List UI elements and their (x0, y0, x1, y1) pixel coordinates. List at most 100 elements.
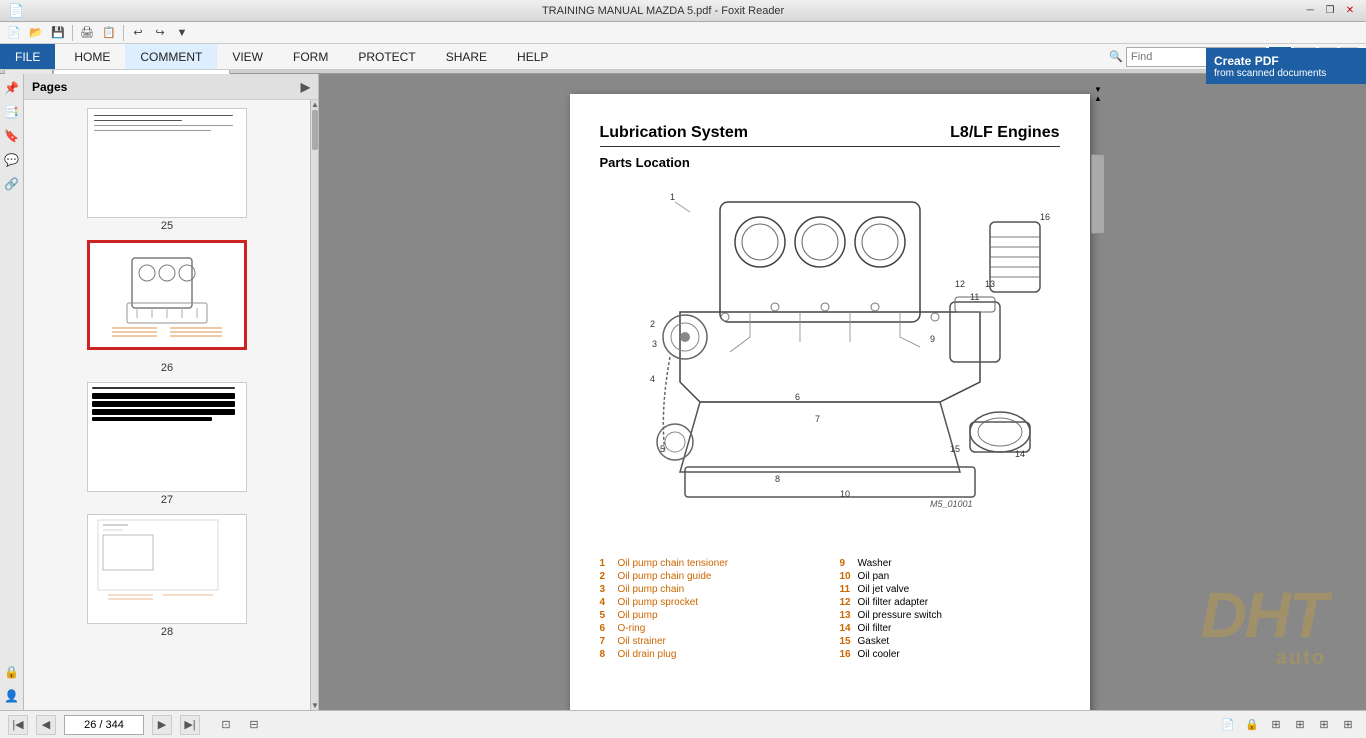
pages-panel: Pages ▶ 25 (24, 74, 319, 710)
part-item-5: 5 Oil pump (600, 610, 820, 621)
page-thumb-26-active[interactable] (82, 240, 252, 352)
page-thumb-25[interactable]: 25 (82, 108, 252, 232)
pdf-heading-left: Lubrication System (600, 124, 748, 142)
svg-text:5: 5 (660, 444, 665, 454)
svg-text:8: 8 (775, 474, 780, 484)
scroll-down-arrow[interactable]: ▼ (311, 701, 318, 710)
status-icon-4[interactable]: ⊞ (1290, 715, 1310, 735)
vscroll-up-btn[interactable]: ▲ (1091, 94, 1106, 103)
menu-view[interactable]: VIEW (217, 44, 278, 69)
window-controls[interactable]: ─ ❐ ✕ (1302, 4, 1358, 18)
part-item-11: 11 Oil jet valve (840, 584, 1060, 595)
fit-page-icon[interactable]: ⊡ (216, 715, 236, 735)
page-input[interactable] (64, 715, 144, 735)
svg-text:4: 4 (650, 374, 655, 384)
side-icon-1[interactable]: 📌 (2, 78, 22, 98)
status-icon-5[interactable]: ⊞ (1314, 715, 1334, 735)
part-item-13: 13 Oil pressure switch (840, 610, 1060, 621)
page-label-25: 25 (161, 220, 173, 232)
part-item-16: 16 Oil cooler (840, 649, 1060, 660)
new-icon[interactable]: 📄 (4, 23, 24, 43)
svg-text:11: 11 (970, 292, 979, 302)
page-thumb-28[interactable]: 28 (82, 514, 252, 638)
pages-scroll-thumb[interactable] (312, 110, 318, 150)
svg-text:2: 2 (650, 319, 655, 329)
svg-text:13: 13 (985, 279, 995, 289)
search-icon: 🔍 (1109, 50, 1123, 63)
page-26-label-row: 26 (28, 360, 306, 374)
restore-button[interactable]: ❐ (1322, 4, 1338, 18)
prev-page-button[interactable]: ◀ (36, 715, 56, 735)
pdf-heading-right: L8/LF Engines (950, 124, 1059, 142)
side-icon-7[interactable]: 👤 (2, 686, 22, 706)
app-title: TRAINING MANUAL MAZDA 5.pdf - Foxit Read… (24, 5, 1302, 17)
side-icon-2[interactable]: 📑 (2, 102, 22, 122)
status-icon-3[interactable]: ⊞ (1266, 715, 1286, 735)
menu-file[interactable]: FILE (0, 44, 55, 69)
pdf-heading-row: Lubrication System L8/LF Engines (600, 124, 1060, 147)
minimize-button[interactable]: ─ (1302, 4, 1318, 18)
side-icon-3[interactable]: 🔖 (2, 126, 22, 146)
save-icon[interactable]: 💾 (48, 23, 68, 43)
page-thumb-27[interactable]: 27 (82, 382, 252, 506)
sep2 (123, 25, 124, 41)
vscroll-down-btn[interactable]: ▼ (1091, 85, 1106, 94)
pdf-subheading: Parts Location (600, 155, 1060, 170)
svg-text:9: 9 (930, 334, 935, 344)
pdf-page: Lubrication System L8/LF Engines Parts L… (570, 94, 1090, 710)
part-item-15: 15 Gasket (840, 636, 1060, 647)
part-item-6: 6 O-ring (600, 623, 820, 634)
scroll-up-arrow[interactable]: ▲ (311, 100, 318, 109)
part-item-14: 14 Oil filter (840, 623, 1060, 634)
sidebar-title: Pages (32, 80, 67, 94)
first-page-button[interactable]: |◀ (8, 715, 28, 735)
sidebar-header: Pages ▶ (24, 74, 318, 100)
menu-home[interactable]: HOME (59, 44, 125, 69)
dropdown-icon[interactable]: ▼ (172, 23, 192, 43)
properties-icon[interactable]: 📋 (99, 23, 119, 43)
sidebar-collapse-button[interactable]: ▶ (301, 80, 310, 94)
status-bar: |◀ ◀ ▶ ▶| ⊡ ⊟ 📄 🔒 ⊞ ⊞ ⊞ ⊞ (0, 710, 1366, 738)
redo-icon[interactable]: ↪ (150, 23, 170, 43)
part-item-8: 8 Oil drain plug (600, 649, 820, 660)
status-icon-1[interactable]: 📄 (1218, 715, 1238, 735)
menu-protect[interactable]: PROTECT (343, 44, 430, 69)
close-button[interactable]: ✕ (1342, 4, 1358, 18)
sep1 (72, 25, 73, 41)
create-pdf-banner[interactable]: Create PDF from scanned documents (1206, 48, 1366, 84)
part-item-2: 2 Oil pump chain guide (600, 571, 820, 582)
undo-icon[interactable]: ↩ (128, 23, 148, 43)
side-icon-6[interactable]: 🔒 (2, 662, 22, 682)
menu-form[interactable]: FORM (278, 44, 343, 69)
page-num-26: 26 (161, 362, 173, 374)
page-thumb-img-25 (87, 108, 247, 218)
svg-text:10: 10 (840, 489, 850, 499)
status-icon-2[interactable]: 🔒 (1242, 715, 1262, 735)
svg-text:3: 3 (652, 339, 657, 349)
page-label-28: 28 (161, 626, 173, 638)
menu-help[interactable]: HELP (502, 44, 563, 69)
side-icon-4[interactable]: 💬 (2, 150, 22, 170)
toolbar-icons: 📄 📂 💾 🖨 📋 ↩ ↪ ▼ (0, 22, 1366, 44)
parts-col-left: 1 Oil pump chain tensioner 2 Oil pump ch… (600, 558, 820, 662)
status-icon-6[interactable]: ⊞ (1338, 715, 1358, 735)
svg-text:1: 1 (670, 192, 675, 202)
open-icon[interactable]: 📂 (26, 23, 46, 43)
side-icon-5[interactable]: 🔗 (2, 174, 22, 194)
part-item-4: 4 Oil pump sprocket (600, 597, 820, 608)
vscroll-thumb[interactable] (1091, 154, 1105, 234)
svg-text:16: 16 (1040, 212, 1050, 222)
last-page-button[interactable]: ▶| (180, 715, 200, 735)
page-label-27: 27 (161, 494, 173, 506)
pages-list: 25 (24, 100, 310, 710)
status-right-icons: 📄 🔒 ⊞ ⊞ ⊞ ⊞ (1218, 715, 1358, 735)
next-page-button[interactable]: ▶ (152, 715, 172, 735)
print-icon[interactable]: 🖨 (77, 23, 97, 43)
fit-width-icon[interactable]: ⊟ (244, 715, 264, 735)
pages-scrollbar[interactable]: ▲ ▼ (310, 100, 318, 710)
menu-comment[interactable]: COMMENT (125, 44, 217, 69)
title-bar: 📄 TRAINING MANUAL MAZDA 5.pdf - Foxit Re… (0, 0, 1366, 22)
menu-share[interactable]: SHARE (431, 44, 502, 69)
page-thumb-img-28 (87, 514, 247, 624)
svg-text:6: 6 (795, 392, 800, 402)
